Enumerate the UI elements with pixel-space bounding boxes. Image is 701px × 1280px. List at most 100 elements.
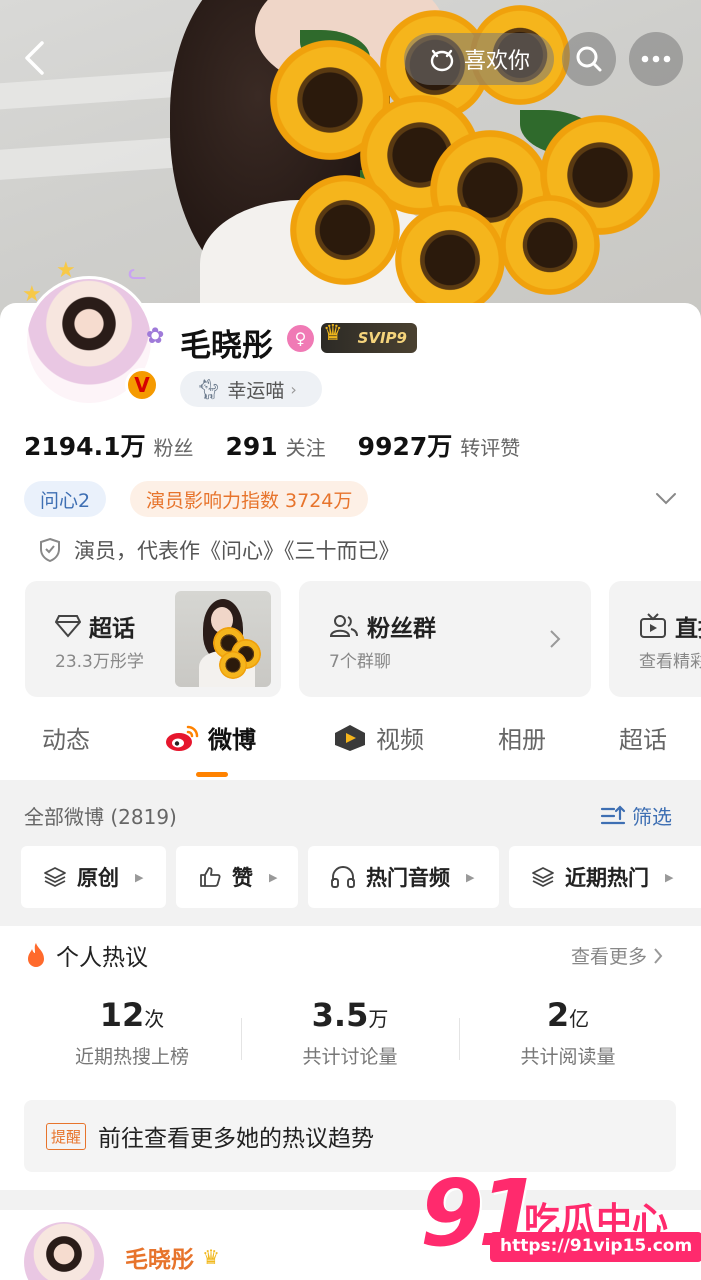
crown-icon: ♛ xyxy=(202,1245,220,1269)
video-play-icon xyxy=(335,724,365,751)
metric-value: 3.5 xyxy=(311,996,369,1034)
metric-unit: 次 xyxy=(144,1007,165,1031)
tab-album[interactable]: 相册 xyxy=(498,720,546,755)
tab-label: 相册 xyxy=(498,726,546,754)
tab-video[interactable]: 视频 xyxy=(332,720,424,755)
followers-stat[interactable]: 2194.1万 粉丝 xyxy=(24,427,193,463)
star-icon: ★ xyxy=(56,258,76,283)
star-icon: ★ xyxy=(22,282,42,307)
avatar[interactable]: ★ ★ ᓚ ✿ V xyxy=(18,258,164,408)
chip-label: 近期热门 xyxy=(565,866,649,890)
chip-label: 原创 xyxy=(77,866,119,890)
chip-recent-hot[interactable]: 近期热门 ▶ xyxy=(509,846,701,908)
metric-unit: 万 xyxy=(368,1007,389,1031)
tab-weibo[interactable]: 微博 xyxy=(164,720,256,755)
following-label: 关注 xyxy=(285,436,326,460)
shield-icon xyxy=(40,537,60,563)
chip-original[interactable]: 原创 ▶ xyxy=(21,846,166,908)
all-weibo-count: 全部微博 (2819) xyxy=(24,805,177,829)
caret-right-icon: ▶ xyxy=(466,870,475,884)
view-more-link[interactable]: 查看更多 xyxy=(571,942,663,969)
sunflower xyxy=(500,195,600,295)
crown-icon: ♛ xyxy=(323,321,343,346)
metric-hot-search[interactable]: 12次 近期热搜上榜 xyxy=(42,996,222,1069)
metric-discussion[interactable]: 3.5万 共计讨论量 xyxy=(260,996,440,1069)
search-button[interactable] xyxy=(562,32,616,86)
tab-dynamic[interactable]: 动态 xyxy=(42,720,90,755)
super-topic-sub: 23.3万彤学 xyxy=(55,652,144,672)
active-tab-indicator xyxy=(196,772,228,777)
reposts-stat[interactable]: 9927万 转评赞 xyxy=(358,427,521,463)
divider xyxy=(241,1018,242,1060)
followers-count: 2194.1万 xyxy=(24,432,146,461)
post-author-name: 毛晓彤 xyxy=(125,1247,194,1273)
tab-label: 视频 xyxy=(376,726,424,754)
chip-label: 热门音频 xyxy=(366,866,450,890)
role-text: 演员，代表作《问心》《三十而已》 xyxy=(74,539,400,563)
tag-influence[interactable]: 演员影响力指数 3724万 xyxy=(130,481,369,517)
role-description: 演员，代表作《问心》《三十而已》 xyxy=(38,535,400,565)
fan-group-sub: 7个群聊 xyxy=(329,652,391,672)
cat-heart-icon xyxy=(430,49,454,72)
cat-icon: 🐈︎ xyxy=(196,377,222,401)
tab-super-topic[interactable]: 超话 xyxy=(619,720,667,755)
metric-reads[interactable]: 2亿 共计阅读量 xyxy=(478,996,658,1069)
metric-value: 2 xyxy=(546,996,570,1034)
metric-value: 12 xyxy=(99,996,145,1034)
group-icon xyxy=(329,615,358,637)
tab-label: 超话 xyxy=(619,726,667,754)
profile-name: 毛晓彤 xyxy=(180,328,273,364)
live-box[interactable]: 直播 查看精彩 xyxy=(609,581,701,697)
filter-label: 筛选 xyxy=(632,805,672,829)
svip-label: SVIP9 xyxy=(357,329,407,347)
caret-right-icon: ▶ xyxy=(665,870,674,884)
metric-label: 近期热搜上榜 xyxy=(74,1046,189,1068)
live-title: 直播 xyxy=(639,609,701,643)
super-topic-label: 超话 xyxy=(89,616,135,642)
like-you-button[interactable]: 喜欢你 xyxy=(404,33,554,85)
svip-badge[interactable]: ♛ SVIP9 xyxy=(321,321,417,353)
hot-title: 个人热议 xyxy=(24,938,148,972)
more-button[interactable] xyxy=(629,32,683,86)
back-button[interactable] xyxy=(16,38,52,78)
weibo-icon xyxy=(166,725,199,751)
fan-group-title: 粉丝群 xyxy=(329,609,436,643)
lucky-cat-button[interactable]: 🐈︎ 幸运喵 › xyxy=(180,371,322,407)
filter-button[interactable]: 筛选 xyxy=(600,801,672,830)
caret-right-icon: ▶ xyxy=(269,870,278,884)
post-avatar[interactable] xyxy=(24,1222,104,1280)
fan-group-label: 粉丝群 xyxy=(367,616,436,642)
remind-text: 前往查看更多她的热议趋势 xyxy=(98,1126,375,1152)
remind-badge: 提醒 xyxy=(46,1122,87,1150)
chip-hot-audio[interactable]: 热门音频 ▶ xyxy=(308,846,499,908)
hot-title-text: 个人热议 xyxy=(56,945,148,971)
tag-wenxin[interactable]: 问心2 xyxy=(24,481,107,517)
view-more-label: 查看更多 xyxy=(571,946,648,968)
profile-stats: 2194.1万 粉丝 291 关注 9927万 转评赞 xyxy=(24,427,552,463)
post-author[interactable]: 毛晓彤 ♛ xyxy=(125,1240,220,1274)
search-icon xyxy=(576,46,602,72)
watermark-logo: 91 吃瓜中心 https://91vip15.com xyxy=(420,1160,701,1280)
more-dots-icon xyxy=(641,55,671,63)
tab-label: 动态 xyxy=(42,726,90,754)
chevron-right-icon xyxy=(550,630,561,648)
fan-group-box[interactable]: 粉丝群 7个群聊 xyxy=(299,581,591,697)
chip-label: 赞 xyxy=(232,866,253,890)
chevron-down-icon[interactable] xyxy=(655,488,677,510)
reposts-count: 9927万 xyxy=(357,432,453,461)
diamond-icon xyxy=(55,615,81,638)
live-sub: 查看精彩 xyxy=(639,652,701,672)
like-you-label: 喜欢你 xyxy=(463,49,530,74)
layers-icon xyxy=(532,867,554,887)
headphones-icon xyxy=(331,866,355,888)
watermark-url: https://91vip15.com xyxy=(490,1232,701,1262)
chip-like[interactable]: 赞 ▶ xyxy=(176,846,298,908)
sunflower xyxy=(290,175,400,285)
thumbs-up-icon xyxy=(200,867,221,887)
chevron-right-icon: › xyxy=(290,379,297,399)
following-stat[interactable]: 291 关注 xyxy=(225,432,325,461)
metric-unit: 亿 xyxy=(569,1007,590,1031)
live-label: 直播 xyxy=(675,616,701,642)
super-topic-box[interactable]: 超话 23.3万彤学 xyxy=(25,581,281,697)
chevron-left-icon xyxy=(25,41,44,75)
